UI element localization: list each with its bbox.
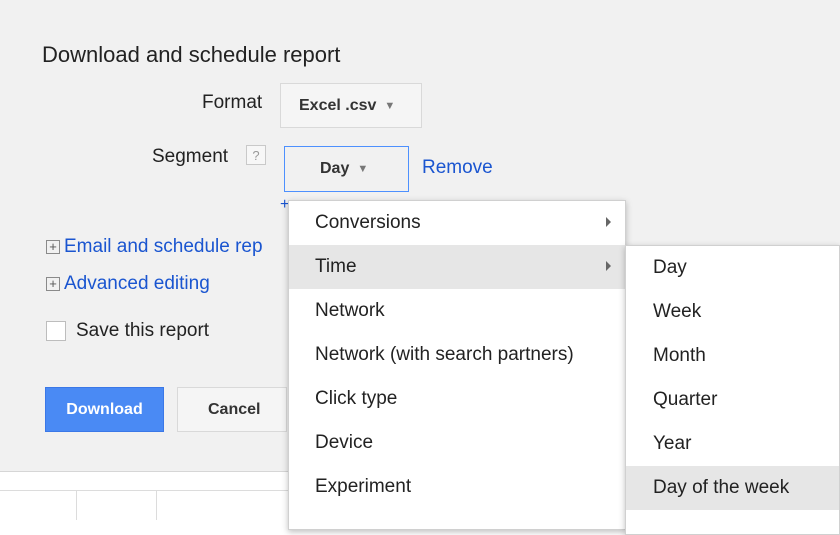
menu-item-label: Device bbox=[315, 432, 374, 453]
submenu-item-year[interactable]: Year bbox=[626, 422, 839, 466]
submenu-item-label: Day bbox=[653, 257, 687, 278]
cancel-button[interactable]: Cancel bbox=[177, 387, 287, 432]
table-column-divider bbox=[156, 490, 157, 520]
time-submenu: Day Week Month Quarter Year Day of the w… bbox=[625, 245, 840, 535]
segment-label: Segment bbox=[152, 146, 229, 167]
menu-item-label: Experiment bbox=[315, 476, 412, 497]
submenu-item-label: Week bbox=[653, 301, 702, 322]
submenu-item-label: Day of the week bbox=[653, 477, 790, 498]
email-schedule-link[interactable]: Email and schedule rep bbox=[64, 236, 263, 258]
chevron-right-icon bbox=[606, 261, 611, 271]
save-report-label[interactable]: Save this report bbox=[76, 320, 209, 342]
chevron-down-icon: ▼ bbox=[357, 163, 369, 175]
remove-segment-link[interactable]: Remove bbox=[422, 157, 493, 179]
submenu-item-day-of-week[interactable]: Day of the week bbox=[626, 466, 839, 510]
submenu-item-day[interactable]: Day bbox=[626, 246, 839, 290]
menu-item-label: Network bbox=[315, 300, 385, 321]
chevron-right-icon bbox=[606, 217, 611, 227]
submenu-item-month[interactable]: Month bbox=[626, 334, 839, 378]
advanced-editing-link[interactable]: Advanced editing bbox=[64, 273, 210, 295]
format-dropdown[interactable]: Excel .csv ▼ bbox=[280, 83, 422, 128]
submenu-item-label: Month bbox=[653, 345, 706, 366]
email-schedule-expander[interactable]: + Email and schedule rep bbox=[46, 236, 263, 258]
help-icon[interactable]: ? bbox=[246, 145, 266, 165]
download-button[interactable]: Download bbox=[45, 387, 164, 432]
expand-plus-icon: + bbox=[46, 240, 60, 254]
menu-item-conversions[interactable]: Conversions bbox=[289, 201, 625, 245]
segment-value: Day bbox=[320, 160, 350, 177]
menu-item-label: Network (with search partners) bbox=[315, 344, 574, 365]
expand-plus-icon: + bbox=[46, 277, 60, 291]
menu-item-network-search-partners[interactable]: Network (with search partners) bbox=[289, 333, 625, 377]
menu-item-time[interactable]: Time bbox=[289, 245, 625, 289]
menu-item-device[interactable]: Device bbox=[289, 421, 625, 465]
submenu-item-label: Year bbox=[653, 433, 692, 454]
menu-item-experiment[interactable]: Experiment bbox=[289, 465, 625, 509]
advanced-editing-expander[interactable]: + Advanced editing bbox=[46, 273, 210, 295]
table-column-divider bbox=[76, 490, 77, 520]
submenu-item-week[interactable]: Week bbox=[626, 290, 839, 334]
submenu-item-quarter[interactable]: Quarter bbox=[626, 378, 839, 422]
segment-menu: Conversions Time Network Network (with s… bbox=[288, 200, 626, 530]
menu-item-network[interactable]: Network bbox=[289, 289, 625, 333]
segment-dropdown[interactable]: Day ▼ bbox=[284, 146, 409, 192]
menu-item-label: Time bbox=[315, 256, 357, 277]
menu-item-label: Conversions bbox=[315, 212, 421, 233]
format-value: Excel .csv bbox=[299, 96, 377, 114]
submenu-item-label: Quarter bbox=[653, 389, 718, 410]
save-report-checkbox[interactable] bbox=[46, 321, 66, 341]
menu-item-click-type[interactable]: Click type bbox=[289, 377, 625, 421]
chevron-down-icon: ▼ bbox=[384, 99, 396, 112]
format-label: Format bbox=[202, 92, 263, 113]
menu-item-label: Click type bbox=[315, 388, 398, 409]
dialog-title: Download and schedule report bbox=[42, 42, 341, 67]
